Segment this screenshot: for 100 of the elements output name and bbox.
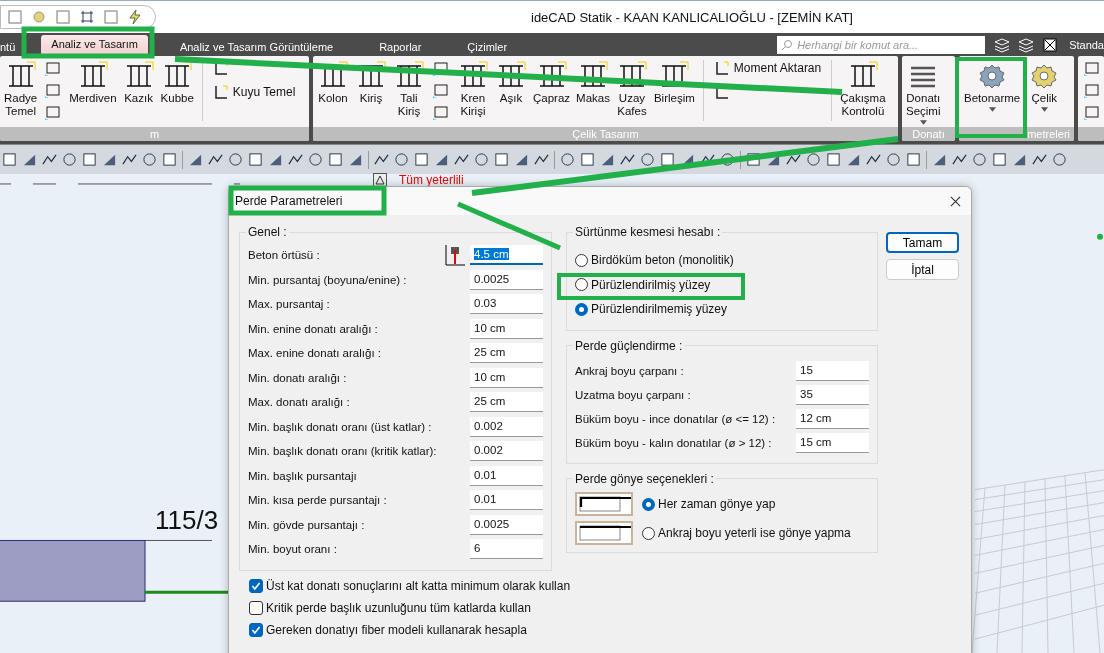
input-field[interactable]: 0.01 [470,490,543,511]
ribbon-button[interactable]: Donatı Seçimi [904,60,943,125]
square-icon[interactable] [580,152,595,167]
circle-icon[interactable] [720,152,735,167]
ribbon-button[interactable]: Makas [574,60,612,105]
input-field[interactable]: 10 cm [470,367,543,388]
triangle-icon[interactable] [268,152,283,167]
ribbon-button[interactable]: Çapraz [531,60,573,105]
tool-icon[interactable] [45,60,62,76]
square-icon[interactable] [906,152,921,167]
ribbon-tab[interactable]: Raporlar [365,38,436,56]
triangle-icon[interactable] [1012,152,1027,167]
triangle-icon[interactable] [514,152,529,167]
square-icon[interactable] [328,152,343,167]
ribbon-tab[interactable]: Analiz ve Tasarım [41,35,148,56]
ribbon-button[interactable]: Merdiven [67,60,119,105]
tool-icon[interactable] [1084,104,1100,120]
line-icon[interactable] [288,152,303,167]
input-field[interactable]: 0.0025 [470,514,543,535]
input-field[interactable]: 0.002 [470,441,543,462]
line-icon[interactable] [952,152,967,167]
triangle-icon[interactable] [127,9,143,25]
square-icon[interactable] [82,152,97,167]
circle-icon[interactable] [886,152,901,167]
tool-icon[interactable] [433,60,449,76]
checkbox[interactable] [249,622,263,637]
circle-icon[interactable] [474,152,489,167]
line-icon[interactable] [534,152,549,167]
ribbon-button[interactable]: Aşık [493,60,529,105]
cover-icon[interactable] [444,244,466,267]
ribbon-button[interactable]: Uzay Kafes [613,60,650,118]
input-field[interactable]: 15 [796,360,869,381]
checkbox[interactable] [249,600,263,615]
ribbon-button[interactable]: Kazık [120,60,157,105]
ribbon-button[interactable]: Kiriş [353,60,389,105]
triangle-icon[interactable] [348,152,363,167]
triangle-icon[interactable] [188,152,203,167]
input-field[interactable]: 10 cm [470,318,543,339]
ribbon-tab[interactable]: Çizimler [453,38,522,56]
input-field[interactable]: 0.0025 [470,269,543,290]
ribbon-button[interactable]: Kren Kirişi [455,60,491,118]
collapse-icon[interactable] [373,173,387,187]
ribbon-button[interactable]: Tali Kiriş [391,60,427,118]
circle-icon[interactable] [62,152,77,167]
tool-icon[interactable] [433,104,449,120]
ribbon-button[interactable]: Çelik [1025,60,1064,112]
line-icon[interactable] [42,152,57,167]
ribbon-button[interactable]: Çakışma Kontrolü [838,60,888,118]
line-icon[interactable] [208,152,223,167]
checkbox[interactable] [249,578,263,593]
triangle-icon[interactable] [22,152,37,167]
circle-icon[interactable] [228,152,243,167]
dialog-button[interactable]: Tamam [886,232,959,253]
ribbon-button[interactable]: Birleşim [651,60,697,105]
radio-button[interactable] [575,278,588,292]
line-icon[interactable] [620,152,635,167]
ribbon-button[interactable]: Kolon [315,60,351,105]
input-field[interactable]: 0.03 [470,294,543,315]
input-field[interactable]: 6 [470,539,543,560]
ribbon-button[interactable]: Radye Temel [2,60,40,118]
square-icon[interactable] [992,152,1007,167]
triangle-icon[interactable] [846,152,861,167]
square-icon[interactable] [2,152,17,167]
tool-icon[interactable] [433,82,449,98]
grid-icon[interactable] [79,9,95,25]
line-icon[interactable] [786,152,801,167]
input-field[interactable]: 0.01 [470,465,543,486]
input-field[interactable]: 12 cm [796,408,869,429]
square-icon[interactable] [162,152,177,167]
radio-button[interactable] [642,497,655,511]
tool-icon[interactable] [45,104,62,120]
ribbon-tab[interactable]: Analiz ve Tasarım Görüntüleme [165,38,348,56]
input-field[interactable]: 4.5 cm [470,245,543,266]
circle-icon[interactable] [142,152,157,167]
line-icon[interactable] [374,152,389,167]
dialog-button[interactable]: İptal [886,259,959,280]
radio-button[interactable] [575,302,588,316]
tool-icon[interactable] [45,82,62,98]
line-icon[interactable] [454,152,469,167]
checkbox-icon[interactable] [1041,36,1060,53]
square-icon[interactable] [494,152,509,167]
ribbon-tab[interactable]: ntü [0,38,30,56]
ribbon-button[interactable]: Betonarme [961,60,1024,112]
tool-icon[interactable] [1084,82,1100,98]
circle-icon[interactable] [560,152,575,167]
layers-icon[interactable] [993,36,1012,53]
square-icon[interactable] [414,152,429,167]
circle-icon[interactable] [1052,152,1067,167]
ribbon-button[interactable]: Moment Aktaran [713,60,822,76]
square-icon[interactable] [660,152,675,167]
input-field[interactable]: 15 cm [796,432,869,453]
input-field[interactable]: 25 cm [470,343,543,364]
circle-icon[interactable] [972,152,987,167]
input-field[interactable]: 35 [796,384,869,405]
triangle-icon[interactable] [434,152,449,167]
circle-icon[interactable] [806,152,821,167]
triangle-icon[interactable] [102,152,117,167]
tool-icon[interactable] [1084,60,1100,76]
line-icon[interactable] [866,152,881,167]
square-icon[interactable] [248,152,263,167]
